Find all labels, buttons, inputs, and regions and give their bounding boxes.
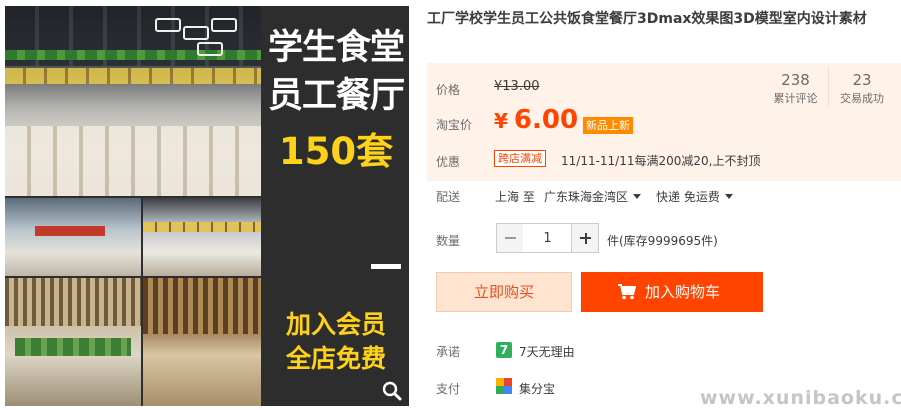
cart-icon <box>618 284 636 300</box>
payment-label: 支付 <box>436 382 461 396</box>
currency-symbol: ¥ <box>494 109 508 133</box>
add-to-cart-label: 加入购物车 <box>645 283 721 301</box>
current-price-value: 6.00 <box>513 105 579 135</box>
shipping-origin: 上海 至 <box>495 190 535 204</box>
new-arrival-badge: 新品上新 <box>583 117 633 134</box>
product-main-image[interactable]: 学生食堂 员工餐厅 150套 加入会员 全店免费 <box>5 6 409 406</box>
canteen-photo-main <box>5 6 261 196</box>
add-to-cart-button[interactable]: 加入购物车 <box>581 272 763 312</box>
promo-panel: 学生食堂 员工餐厅 150套 加入会员 全店免费 <box>263 6 409 406</box>
taobao-price-label: 淘宝价 <box>436 118 473 132</box>
quantity-decrease-button[interactable] <box>496 223 524 253</box>
chevron-down-icon <box>724 194 733 199</box>
promo-member-line2: 全店免费 <box>285 344 386 373</box>
reviews-label: 累计评论 <box>773 92 818 105</box>
reviews-stat[interactable]: 238 累计评论 <box>763 67 829 107</box>
canteen-photo-wood <box>5 278 141 406</box>
price-label: 价格 <box>436 83 461 97</box>
reviews-count: 238 <box>781 71 810 89</box>
promotion-tag: 跨店满减 <box>494 150 546 167</box>
promotion-label: 优惠 <box>436 155 461 169</box>
shipping-method-select[interactable]: 快递 免运费 <box>656 188 733 205</box>
canteen-photo-dining <box>143 278 261 406</box>
promo-divider <box>371 264 401 269</box>
sales-stats: 238 累计评论 23 交易成功 <box>763 67 895 117</box>
deals-label: 交易成功 <box>840 92 884 105</box>
product-title: 工厂学校学生员工公共饭食堂餐厅3Dmax效果图3D模型室内设计素材 <box>427 11 867 27</box>
shipping-label: 配送 <box>436 190 461 204</box>
canteen-photo-hall <box>143 198 261 276</box>
promo-member-line1: 加入会员 <box>285 310 386 339</box>
stock-info: 件(库存9999695件) <box>607 234 718 248</box>
buy-now-button[interactable]: 立即购买 <box>436 272 572 312</box>
promotion-text: 11/11-11/11每满200减20,上不封顶 <box>561 154 761 168</box>
promise-label: 承诺 <box>436 345 461 359</box>
jifenbao-icon <box>496 378 512 394</box>
deals-stat[interactable]: 23 交易成功 <box>829 67 895 107</box>
promise-text[interactable]: 7天无理由 <box>519 343 575 360</box>
promo-count: 150套 <box>278 130 394 173</box>
quantity-increase-button[interactable] <box>571 223 599 253</box>
shipping-method: 快递 免运费 <box>656 190 720 204</box>
price-panel: 价格 ¥13.00 淘宝价 ¥6.00 新品上新 238 累计评论 23 交易成… <box>427 63 901 181</box>
search-icon[interactable] <box>381 380 403 402</box>
payment-method: 集分宝 <box>519 382 556 396</box>
shipping-destination-select[interactable]: 广东珠海金湾区 <box>544 188 642 205</box>
chevron-down-icon <box>633 194 642 199</box>
current-price: ¥6.00 <box>494 105 578 135</box>
promo-title-line1: 学生食堂 <box>267 28 405 68</box>
canteen-photo-counter <box>5 198 141 276</box>
shipping-destination: 广东珠海金湾区 <box>544 190 629 204</box>
original-price: ¥13.00 <box>494 79 540 94</box>
promo-title-line2: 员工餐厅 <box>267 76 405 116</box>
quantity-input[interactable] <box>523 223 572 253</box>
deals-count: 23 <box>852 71 872 89</box>
site-watermark: www.xunibaoku.com <box>700 387 901 409</box>
seven-day-return-icon: 7 <box>496 342 512 358</box>
quantity-label: 数量 <box>436 234 461 248</box>
